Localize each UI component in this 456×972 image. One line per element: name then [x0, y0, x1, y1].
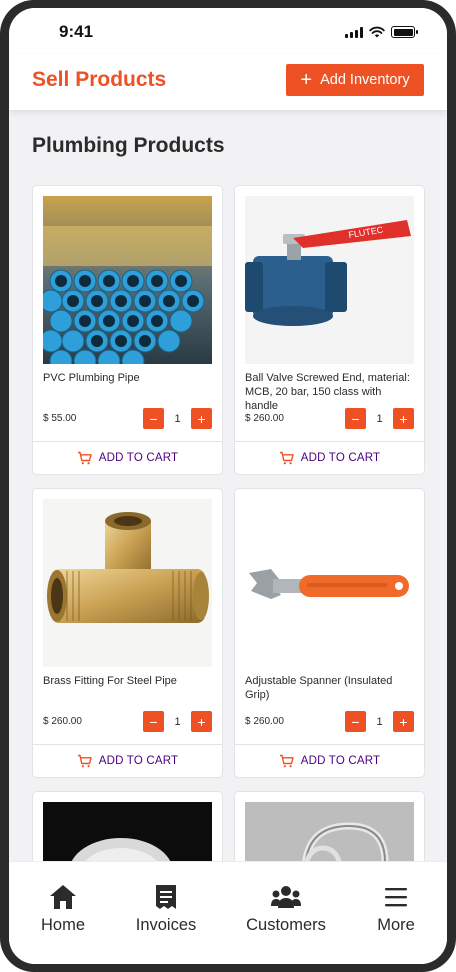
product-name: Brass Fitting For Steel Pipe: [43, 675, 177, 687]
product-price: $ 260.00: [245, 413, 284, 424]
product-name: Adjustable Spanner (Insulated Grip): [245, 675, 393, 701]
decrement-button[interactable]: −: [143, 408, 164, 429]
tab-home[interactable]: Home: [13, 884, 113, 935]
add-to-cart-label: ADD TO CART: [98, 755, 179, 767]
product-name: Ball Valve Screwed End, material: MCB, 2…: [245, 372, 410, 412]
bottom-tab-bar: Home Invoices Customers More: [9, 861, 447, 964]
battery-icon: [391, 26, 418, 38]
decrement-button[interactable]: −: [143, 711, 164, 732]
decrement-button[interactable]: −: [345, 711, 366, 732]
product-image-ball-valve[interactable]: FLUTEC: [245, 196, 414, 364]
tab-customers[interactable]: Customers: [236, 884, 336, 935]
product-name: PVC Plumbing Pipe: [43, 372, 140, 384]
tab-more[interactable]: More: [346, 884, 446, 935]
add-to-cart-button[interactable]: ADD TO CART: [33, 745, 222, 777]
add-to-cart-label: ADD TO CART: [300, 452, 381, 464]
menu-icon: [385, 888, 407, 907]
status-bar: 9:41: [9, 8, 447, 54]
product-card[interactable]: PVC Plumbing Pipe $ 55.00 − 1 + ADD TO C…: [32, 185, 223, 475]
quantity-value: 1: [376, 715, 383, 728]
increment-button[interactable]: +: [191, 711, 212, 732]
invoice-icon: [156, 885, 176, 909]
device-frame: 9:41 Sell Products + Add Inventory Plumb…: [0, 0, 456, 972]
signal-icon: [345, 26, 363, 38]
quantity-stepper: − 1 +: [345, 711, 414, 732]
product-price: $ 260.00: [43, 716, 82, 727]
add-to-cart-button[interactable]: ADD TO CART: [33, 442, 222, 474]
customers-icon: [271, 886, 301, 908]
section-title: Plumbing Products: [32, 134, 225, 157]
add-to-cart-label: ADD TO CART: [300, 755, 381, 767]
product-price: $ 55.00: [43, 413, 77, 424]
product-card[interactable]: Adjustable Spanner (Insulated Grip) $ 26…: [234, 488, 425, 778]
add-inventory-label: Add Inventory: [320, 72, 410, 88]
quantity-value: 1: [376, 412, 383, 425]
tab-more-label: More: [377, 916, 415, 934]
quantity-stepper: − 1 +: [345, 408, 414, 429]
tab-invoices-label: Invoices: [135, 916, 197, 934]
add-to-cart-button[interactable]: ADD TO CART: [235, 442, 424, 474]
product-image-spanner[interactable]: [245, 499, 414, 667]
quantity-stepper: − 1 +: [143, 408, 212, 429]
home-icon: [50, 885, 76, 909]
tab-home-label: Home: [40, 916, 85, 934]
product-image-pvc-pipe[interactable]: [43, 196, 212, 364]
product-card[interactable]: Brass Fitting For Steel Pipe $ 260.00 − …: [32, 488, 223, 778]
product-card[interactable]: FLUTEC Ball Valve Screwed End, material:…: [234, 185, 425, 475]
wifi-icon: [369, 26, 385, 38]
status-time: 9:41: [59, 22, 94, 41]
quantity-stepper: − 1 +: [143, 711, 212, 732]
increment-button[interactable]: +: [393, 711, 414, 732]
cart-icon: [279, 754, 294, 768]
tab-customers-label: Customers: [246, 916, 326, 934]
status-icons: [345, 26, 418, 38]
product-image-brass-fitting[interactable]: [43, 499, 212, 667]
add-inventory-button[interactable]: + Add Inventory: [286, 64, 424, 96]
tab-invoices[interactable]: Invoices: [116, 884, 216, 935]
quantity-value: 1: [174, 412, 181, 425]
plus-icon: +: [300, 69, 313, 91]
quantity-value: 1: [174, 715, 181, 728]
increment-button[interactable]: +: [393, 408, 414, 429]
cart-icon: [77, 451, 92, 465]
add-to-cart-button[interactable]: ADD TO CART: [235, 745, 424, 777]
cart-icon: [279, 451, 294, 465]
increment-button[interactable]: +: [191, 408, 212, 429]
app-screen: 9:41 Sell Products + Add Inventory Plumb…: [9, 8, 447, 964]
cart-icon: [77, 754, 92, 768]
page-title: Sell Products: [32, 68, 167, 91]
product-price: $ 260.00: [245, 716, 284, 727]
add-to-cart-label: ADD TO CART: [98, 452, 179, 464]
decrement-button[interactable]: −: [345, 408, 366, 429]
app-header: Sell Products + Add Inventory: [9, 54, 447, 110]
